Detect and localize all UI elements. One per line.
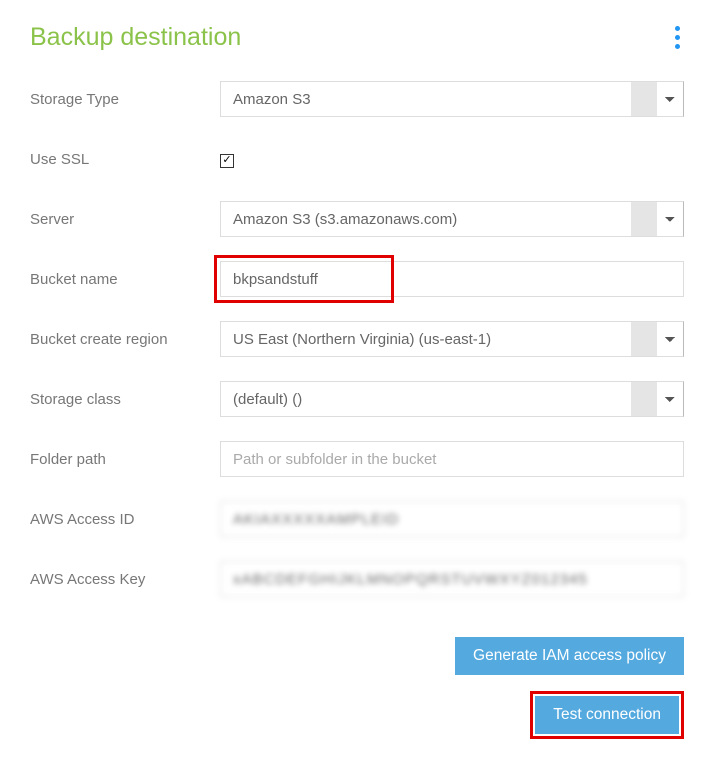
aws-access-id-input[interactable] (220, 501, 684, 537)
aws-access-key-input[interactable] (220, 561, 684, 597)
page-title: Backup destination (30, 23, 241, 52)
aws-access-key-label: AWS Access Key (30, 571, 220, 588)
generate-iam-policy-button[interactable]: Generate IAM access policy (455, 637, 684, 675)
folder-path-label: Folder path (30, 451, 220, 468)
storage-type-select[interactable]: Amazon S3 (220, 81, 684, 117)
use-ssl-checkbox[interactable]: ✓ (220, 154, 234, 168)
bucket-region-label: Bucket create region (30, 331, 220, 348)
bucket-name-input[interactable] (220, 261, 684, 297)
aws-access-id-label: AWS Access ID (30, 511, 220, 528)
folder-path-input[interactable] (220, 441, 684, 477)
more-menu-icon[interactable] (671, 22, 684, 53)
server-label: Server (30, 211, 220, 228)
bucket-region-select[interactable]: US East (Northern Virginia) (us-east-1) (220, 321, 684, 357)
storage-type-label: Storage Type (30, 91, 220, 108)
storage-class-select[interactable]: (default) () (220, 381, 684, 417)
use-ssl-label: Use SSL (30, 151, 220, 168)
bucket-name-label: Bucket name (30, 271, 220, 288)
test-connection-button[interactable]: Test connection (535, 696, 679, 734)
storage-class-label: Storage class (30, 391, 220, 408)
server-select[interactable]: Amazon S3 (s3.amazonaws.com) (220, 201, 684, 237)
